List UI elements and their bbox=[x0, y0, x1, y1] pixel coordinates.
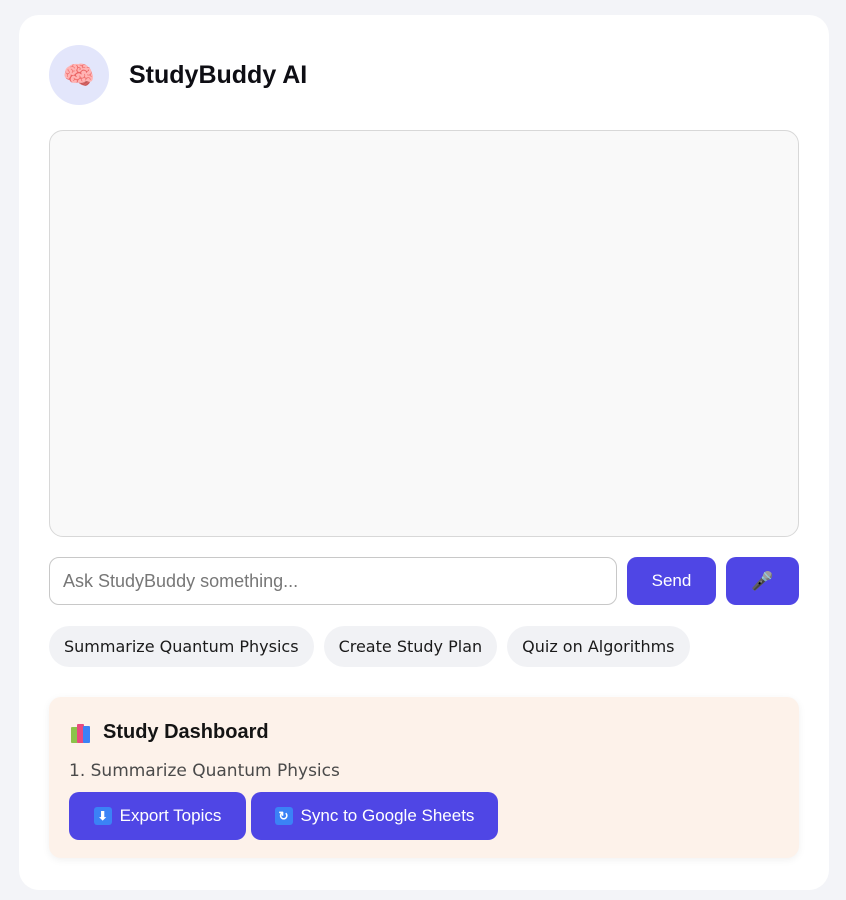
suggestion-chip[interactable]: Quiz on Algorithms bbox=[507, 626, 690, 667]
microphone-icon: 🎤 bbox=[751, 570, 774, 591]
dashboard-list-item: 1. Summarize Quantum Physics bbox=[69, 761, 340, 781]
sync-icon: ↻ bbox=[274, 807, 293, 825]
suggestion-chip[interactable]: Create Study Plan bbox=[323, 626, 498, 667]
suggestion-chip[interactable]: Summarize Quantum Physics bbox=[49, 626, 314, 667]
avatar: 🧠 bbox=[49, 45, 109, 105]
dashboard-heading: Study Dashboard bbox=[71, 721, 269, 744]
chat-messages-area[interactable] bbox=[49, 130, 799, 537]
header: 🧠 StudyBuddy AI bbox=[49, 45, 307, 105]
chat-input[interactable] bbox=[49, 557, 617, 605]
dashboard-actions: ⬇ Export Topics ↻ Sync to Google Sheets bbox=[69, 792, 498, 840]
sync-label: Sync to Google Sheets bbox=[300, 806, 475, 825]
mic-button[interactable]: 🎤 bbox=[726, 557, 799, 605]
main-card: 🧠 StudyBuddy AI Send 🎤 Summarize Quantum… bbox=[19, 15, 829, 890]
sync-google-sheets-button[interactable]: ↻ Sync to Google Sheets bbox=[251, 792, 498, 840]
books-icon bbox=[71, 723, 95, 743]
send-button[interactable]: Send bbox=[627, 557, 716, 605]
study-dashboard: Study Dashboard 1. Summarize Quantum Phy… bbox=[49, 697, 799, 858]
chat-input-row: Send 🎤 bbox=[49, 557, 799, 605]
export-topics-label: Export Topics bbox=[119, 806, 222, 825]
suggestion-chips: Summarize Quantum Physics Create Study P… bbox=[49, 626, 700, 667]
brain-icon: 🧠 bbox=[62, 59, 96, 90]
app-title: StudyBuddy AI bbox=[129, 60, 308, 89]
download-arrow-icon: ⬇ bbox=[93, 807, 112, 825]
dashboard-title: Study Dashboard bbox=[103, 721, 269, 743]
export-topics-button[interactable]: ⬇ Export Topics bbox=[69, 792, 246, 840]
